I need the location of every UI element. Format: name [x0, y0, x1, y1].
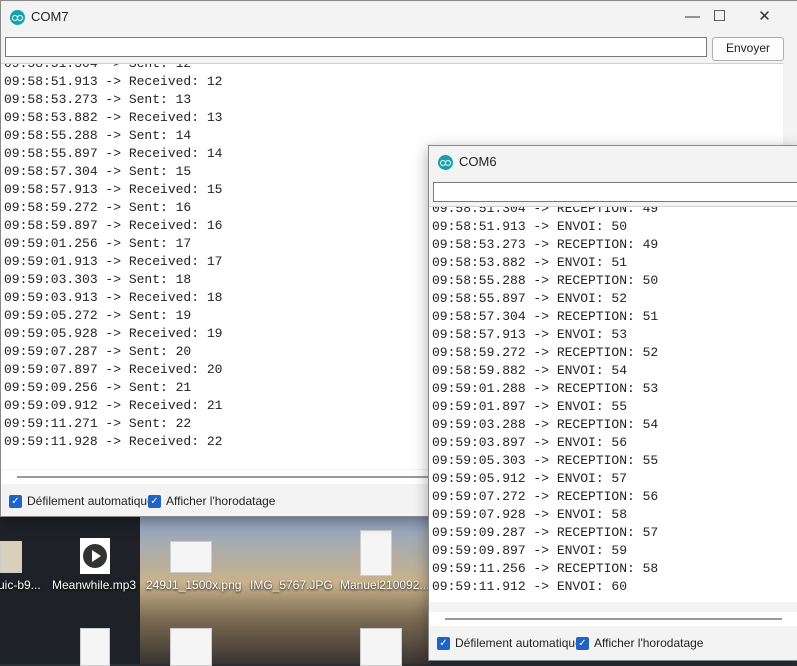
serial-monitor-com6: COM6 09:58:51.304 -> RECEPTION: 49 09:58:… — [428, 145, 797, 661]
send-input[interactable] — [5, 37, 707, 57]
timestamp-checkbox[interactable]: ✓ Afficher l'horodatage — [148, 494, 275, 508]
log-line: 09:58:53.273 -> RECEPTION: 49 — [432, 237, 659, 252]
file-icon-doc[interactable] — [170, 628, 212, 666]
file-icon-doc[interactable] — [80, 628, 110, 666]
log-line: 09:58:55.288 -> Sent: 14 — [4, 128, 192, 143]
log-line: 09:59:07.272 -> RECEPTION: 56 — [432, 489, 659, 504]
file-icon-doc[interactable] — [360, 628, 402, 666]
file-icon-uic[interactable] — [0, 541, 22, 573]
title-bar[interactable]: COM7 — ☐ ✕ — [1, 1, 797, 33]
timestamp-label: Afficher l'horodatage — [166, 494, 276, 508]
log-line: 09:58:55.288 -> RECEPTION: 50 — [432, 273, 659, 288]
horizontal-scrollbar[interactable] — [429, 612, 797, 626]
log-line: 09:59:05.912 -> ENVOI: 57 — [432, 471, 628, 486]
log-line: 09:59:09.287 -> RECEPTION: 57 — [432, 525, 659, 540]
check-icon: ✓ — [576, 636, 589, 650]
maximize-button[interactable]: ☐ — [697, 1, 742, 33]
send-row: Envoyer — [1, 33, 797, 63]
arduino-icon — [10, 10, 25, 25]
log-line: 09:59:01.897 -> ENVOI: 55 — [432, 399, 628, 414]
log-line: 09:59:05.303 -> RECEPTION: 55 — [432, 453, 659, 468]
log-line: 09:59:03.288 -> RECEPTION: 54 — [432, 417, 659, 432]
log-line: 09:58:51.304 -> Sent: 12 — [4, 63, 192, 71]
window-title: COM7 — [31, 9, 69, 24]
log-line: 09:59:09.897 -> ENVOI: 59 — [432, 543, 628, 558]
log-line: 09:58:51.304 -> RECEPTION: 49 — [432, 206, 659, 216]
send-button[interactable]: Envoyer — [712, 37, 784, 61]
send-input[interactable] — [433, 182, 797, 202]
file-icon-manuel[interactable] — [360, 530, 392, 576]
log-line: 09:58:55.897 -> ENVOI: 52 — [432, 291, 628, 306]
autoscroll-checkbox[interactable]: ✓ Défilement automatique — [437, 636, 582, 650]
log-line: 09:58:57.913 -> ENVOI: 53 — [432, 327, 628, 342]
log-line: 09:59:11.912 -> ENVOI: 60 — [432, 579, 628, 594]
log-line: 09:59:11.256 -> RECEPTION: 58 — [432, 561, 659, 576]
autoscroll-checkbox[interactable]: ✓ Défilement automatique — [9, 494, 154, 508]
autoscroll-label: Défilement automatique — [455, 636, 582, 650]
window-title: COM6 — [459, 154, 497, 169]
send-row — [429, 178, 797, 208]
log-line: 09:58:59.272 -> RECEPTION: 52 — [432, 345, 659, 360]
check-icon: ✓ — [437, 636, 450, 650]
close-button[interactable]: ✕ — [742, 1, 787, 33]
desktop-icon-label[interactable]: 249J1_1500x.png — [146, 578, 241, 592]
log-line: 09:58:59.882 -> ENVOI: 54 — [432, 363, 628, 378]
log-line: 09:59:01.288 -> RECEPTION: 53 — [432, 381, 659, 396]
log-line: 09:58:53.882 -> ENVOI: 51 — [432, 255, 628, 270]
desktop: uic-b9... Meanwhile.mp3 249J1_1500x.png … — [0, 516, 430, 666]
title-bar[interactable]: COM6 — [429, 146, 797, 178]
autoscroll-label: Défilement automatique — [27, 494, 154, 508]
log-line: 09:59:03.897 -> ENVOI: 56 — [432, 435, 628, 450]
desktop-icon-label[interactable]: uic-b9... — [0, 578, 41, 592]
check-icon: ✓ — [9, 494, 22, 508]
file-icon-png[interactable] — [170, 541, 212, 573]
log-line: 09:58:51.913 -> ENVOI: 50 — [432, 219, 628, 234]
desktop-icon-label[interactable]: Manuel210092... — [340, 578, 429, 592]
timestamp-label: Afficher l'horodatage — [594, 636, 704, 650]
log-line: 09:58:51.913 -> Received: 12 — [4, 74, 223, 89]
file-icon-meanwhile[interactable] — [80, 538, 110, 574]
desktop-icon-label[interactable]: IMG_5767.JPG — [250, 578, 333, 592]
log-line: 09:58:53.882 -> Received: 13 — [4, 110, 223, 125]
serial-output[interactable]: 09:58:51.304 -> RECEPTION: 49 09:58:51.91… — [429, 206, 797, 602]
desktop-icon-label[interactable]: Meanwhile.mp3 — [52, 578, 136, 592]
timestamp-checkbox[interactable]: ✓ Afficher l'horodatage — [576, 636, 703, 650]
check-icon: ✓ — [148, 494, 161, 508]
arduino-icon — [438, 155, 453, 170]
log-line: 09:59:07.928 -> ENVOI: 58 — [432, 507, 628, 522]
options-bar: ✓ Défilement automatique ✓ Afficher l'ho… — [429, 628, 797, 658]
log-line: 09:58:53.273 -> Sent: 13 — [4, 92, 192, 107]
play-triangle — [92, 550, 101, 562]
log-line: 09:58:57.304 -> RECEPTION: 51 — [432, 309, 659, 324]
